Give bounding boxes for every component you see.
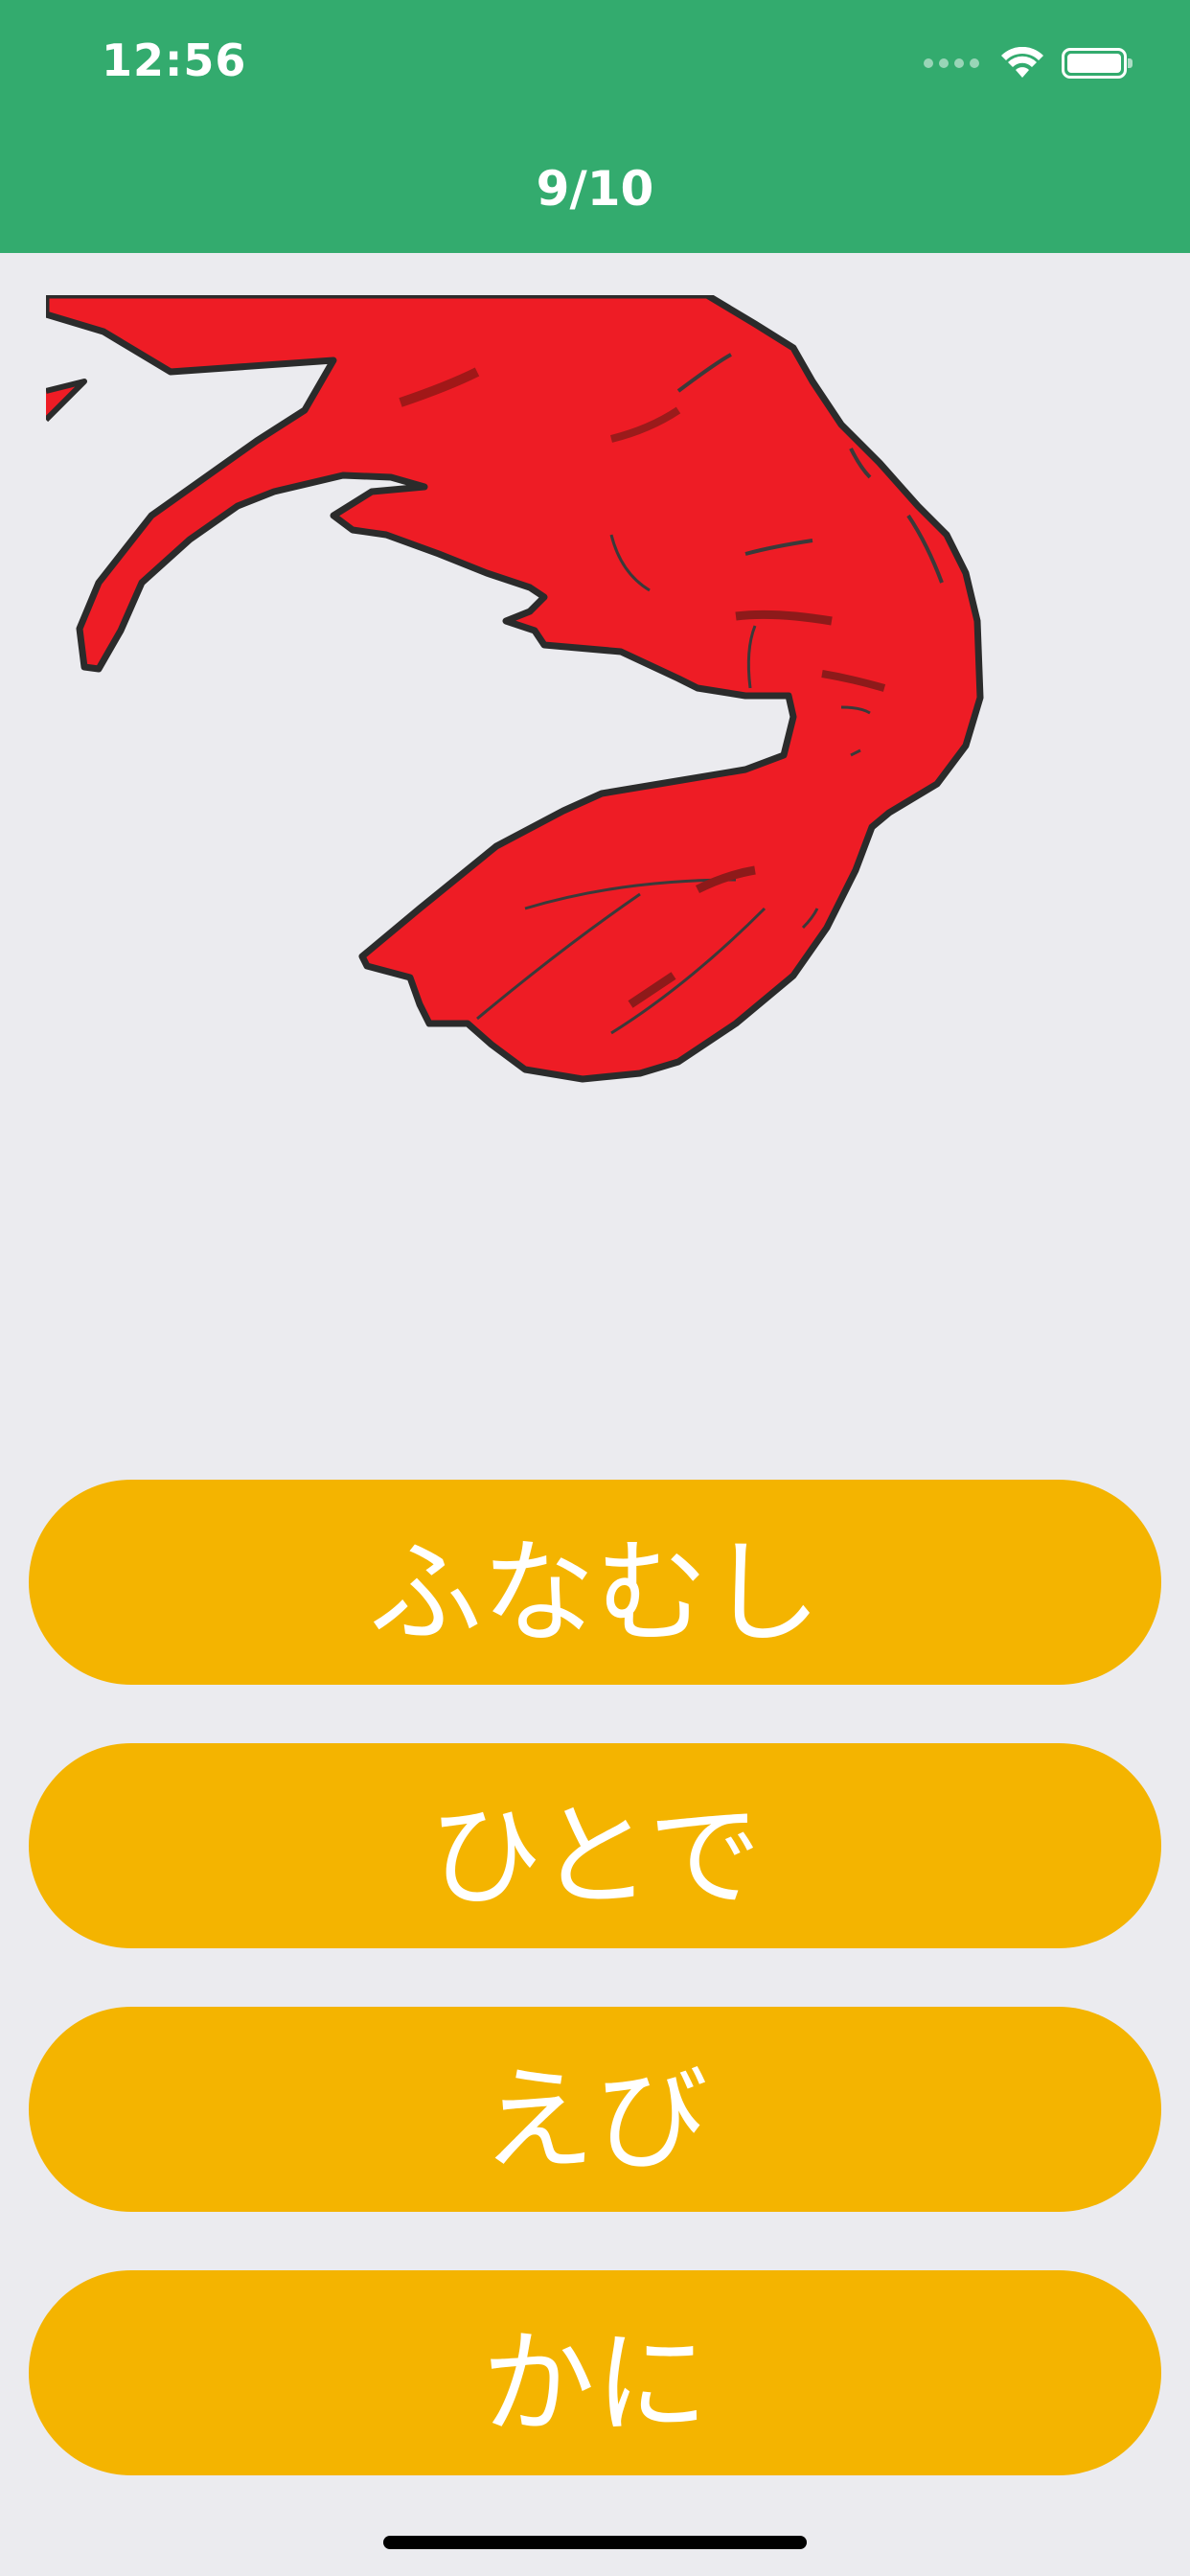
answer-button-1[interactable]: ふなむし — [29, 1480, 1161, 1685]
cellular-signal-icon — [924, 58, 979, 68]
answer-button-2[interactable]: ひとで — [29, 1743, 1161, 1948]
home-indicator[interactable] — [383, 2536, 807, 2549]
wifi-icon — [1001, 47, 1043, 78]
question-progress: 9/10 — [536, 161, 654, 217]
battery-icon — [1062, 48, 1133, 79]
status-time: 12:56 — [102, 34, 247, 86]
shrimp-image — [46, 295, 985, 1100]
answer-button-3[interactable]: えび — [29, 2007, 1161, 2212]
header-bar: 12:56 9/10 — [0, 0, 1190, 253]
status-icons — [924, 44, 1133, 82]
answer-button-4[interactable]: かに — [29, 2270, 1161, 2475]
